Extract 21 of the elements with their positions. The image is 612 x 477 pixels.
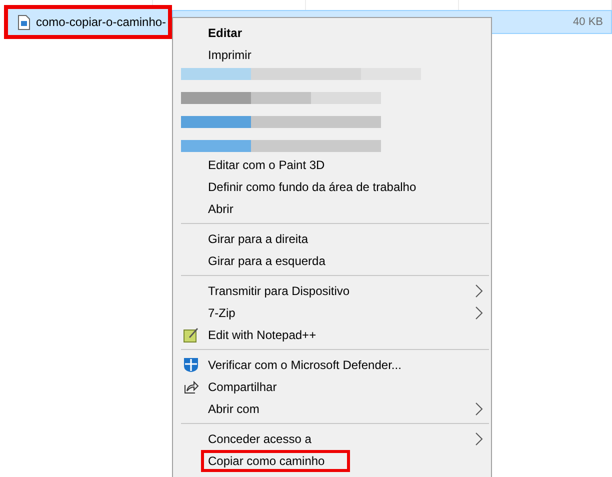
menu-item[interactable]: Definir como fundo da área de trabalho — [201, 176, 442, 198]
menu-item[interactable]: Transmitir para Dispositivo — [201, 280, 375, 302]
file-name[interactable]: como-copiar-o-caminho- — [36, 15, 166, 29]
menu-item[interactable]: Edit with Notepad++ — [201, 324, 342, 346]
notepad-icon — [183, 327, 199, 343]
menu-item[interactable]: Conceder acesso a — [201, 428, 336, 450]
menu-item[interactable]: Girar para a esquerda — [201, 250, 350, 272]
menu-item[interactable]: Editar — [201, 22, 268, 44]
menu-item[interactable]: Compartilhar — [201, 376, 302, 398]
shield-icon — [183, 357, 199, 373]
menu-item[interactable]: Copiar como caminho — [201, 450, 350, 472]
file-size: 40 KB — [573, 16, 603, 28]
image-file-icon — [18, 14, 30, 30]
menu-item[interactable]: Abrir com — [201, 398, 284, 420]
menu-item[interactable]: Editar com o Paint 3D — [201, 154, 350, 176]
menu-item[interactable]: Girar para a direita — [201, 228, 334, 250]
menu-item[interactable]: Verificar com o Microsoft Defender... — [201, 354, 426, 376]
menu-item[interactable]: Abrir — [201, 198, 258, 220]
menu-item[interactable]: 7-Zip — [201, 302, 260, 324]
share-icon — [183, 379, 199, 395]
menu-item[interactable]: Imprimir — [201, 44, 276, 66]
